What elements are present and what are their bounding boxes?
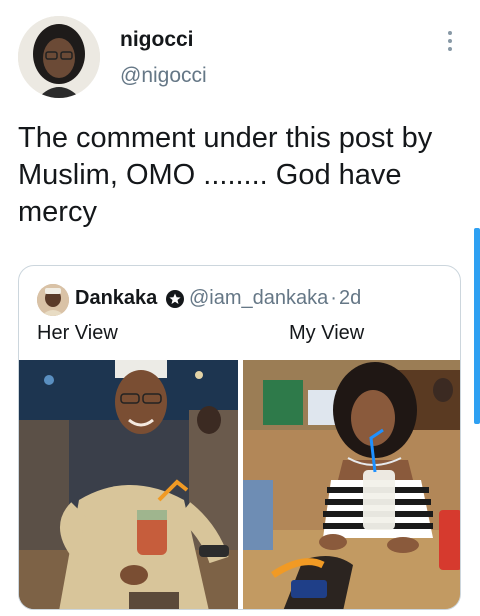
quoted-author-avatar[interactable] — [37, 284, 69, 316]
author-name[interactable]: nigocci — [120, 28, 194, 52]
quoted-author-handle[interactable]: @iam_dankaka — [189, 287, 328, 309]
author-handle[interactable]: @nigocci — [120, 64, 207, 88]
quoted-tweet-card[interactable]: Dankaka @iam_dankaka · 2d Her View My View — [18, 265, 461, 610]
caption-my-view: My View — [289, 322, 365, 344]
photo-her-view[interactable] — [19, 360, 238, 609]
photo-my-view[interactable] — [243, 360, 460, 609]
quoted-tweet-time[interactable]: 2d — [339, 287, 361, 309]
caption-her-view: Her View — [37, 322, 118, 344]
author-avatar[interactable] — [18, 16, 100, 98]
more-vertical-icon[interactable] — [440, 28, 460, 54]
verified-badge-icon — [165, 289, 185, 309]
scrollbar-thumb[interactable] — [474, 228, 480, 424]
quoted-author-name[interactable]: Dankaka — [75, 287, 157, 310]
quoted-author-meta: @iam_dankaka · 2d — [189, 287, 361, 310]
tweet-text: The comment under this post by Muslim, O… — [18, 122, 433, 228]
meta-separator: · — [330, 287, 337, 309]
